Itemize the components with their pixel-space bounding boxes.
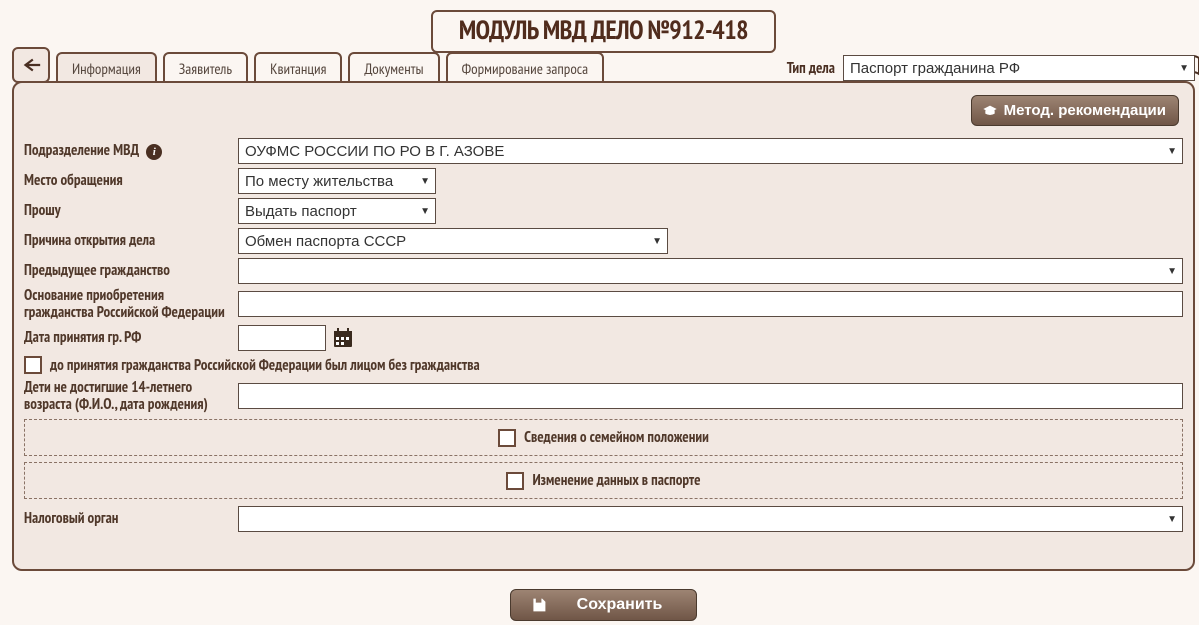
- tax-label: Налоговый орган: [24, 510, 228, 527]
- stateless-label: до принятия гражданства Российской Федер…: [50, 356, 480, 375]
- info-icon[interactable]: i: [146, 144, 162, 160]
- reason-select[interactable]: Обмен паспорта СССР: [238, 228, 668, 254]
- basis-label: Основание приобретения гражданства Росси…: [24, 287, 228, 322]
- appeal-place-label: Место обращения: [24, 172, 228, 189]
- case-type-select[interactable]: Паспорт гражданина РФ: [843, 55, 1195, 81]
- marital-section: Сведения о семейном положении: [24, 419, 1183, 456]
- department-select[interactable]: ОУФМС РОССИИ ПО РО В Г. АЗОВЕ: [238, 138, 1183, 164]
- prev-citizenship-select[interactable]: [238, 258, 1183, 284]
- reason-label: Причина открытия дела: [24, 232, 228, 249]
- stateless-checkbox[interactable]: [24, 356, 42, 374]
- passport-change-section: Изменение данных в паспорте: [24, 462, 1183, 499]
- accept-date-input[interactable]: [238, 325, 326, 351]
- graduation-cap-icon: [982, 104, 998, 118]
- method-recommendations-label: Метод. рекомендации: [1004, 102, 1166, 119]
- form-panel: Метод. рекомендации Подразделение МВД i …: [12, 81, 1195, 571]
- marital-checkbox[interactable]: [498, 429, 516, 447]
- save-button[interactable]: Сохранить: [510, 589, 698, 621]
- marital-label: Сведения о семейном положении: [524, 428, 709, 447]
- children-input[interactable]: [238, 383, 1183, 409]
- save-button-label: Сохранить: [577, 596, 663, 614]
- back-button[interactable]: [12, 47, 50, 83]
- calendar-icon[interactable]: [332, 327, 354, 349]
- department-label: Подразделение МВД i: [24, 142, 228, 160]
- request-label: Прошу: [24, 202, 228, 219]
- passport-change-label: Изменение данных в паспорте: [532, 471, 700, 490]
- appeal-place-select[interactable]: По месту жительства: [238, 168, 436, 194]
- request-select[interactable]: Выдать паспорт: [238, 198, 436, 224]
- tax-select[interactable]: [238, 506, 1183, 532]
- accept-date-label: Дата принятия гр. РФ: [24, 329, 228, 346]
- passport-change-checkbox[interactable]: [506, 472, 524, 490]
- children-label: Дети не достигшие 14-летнего возраста (Ф…: [24, 379, 228, 414]
- save-icon: [531, 597, 547, 613]
- case-type-label: Тип дела: [787, 59, 835, 78]
- prev-citizenship-label: Предыдущее гражданство: [24, 262, 228, 279]
- method-recommendations-button[interactable]: Метод. рекомендации: [971, 95, 1179, 126]
- basis-input[interactable]: [238, 291, 1183, 317]
